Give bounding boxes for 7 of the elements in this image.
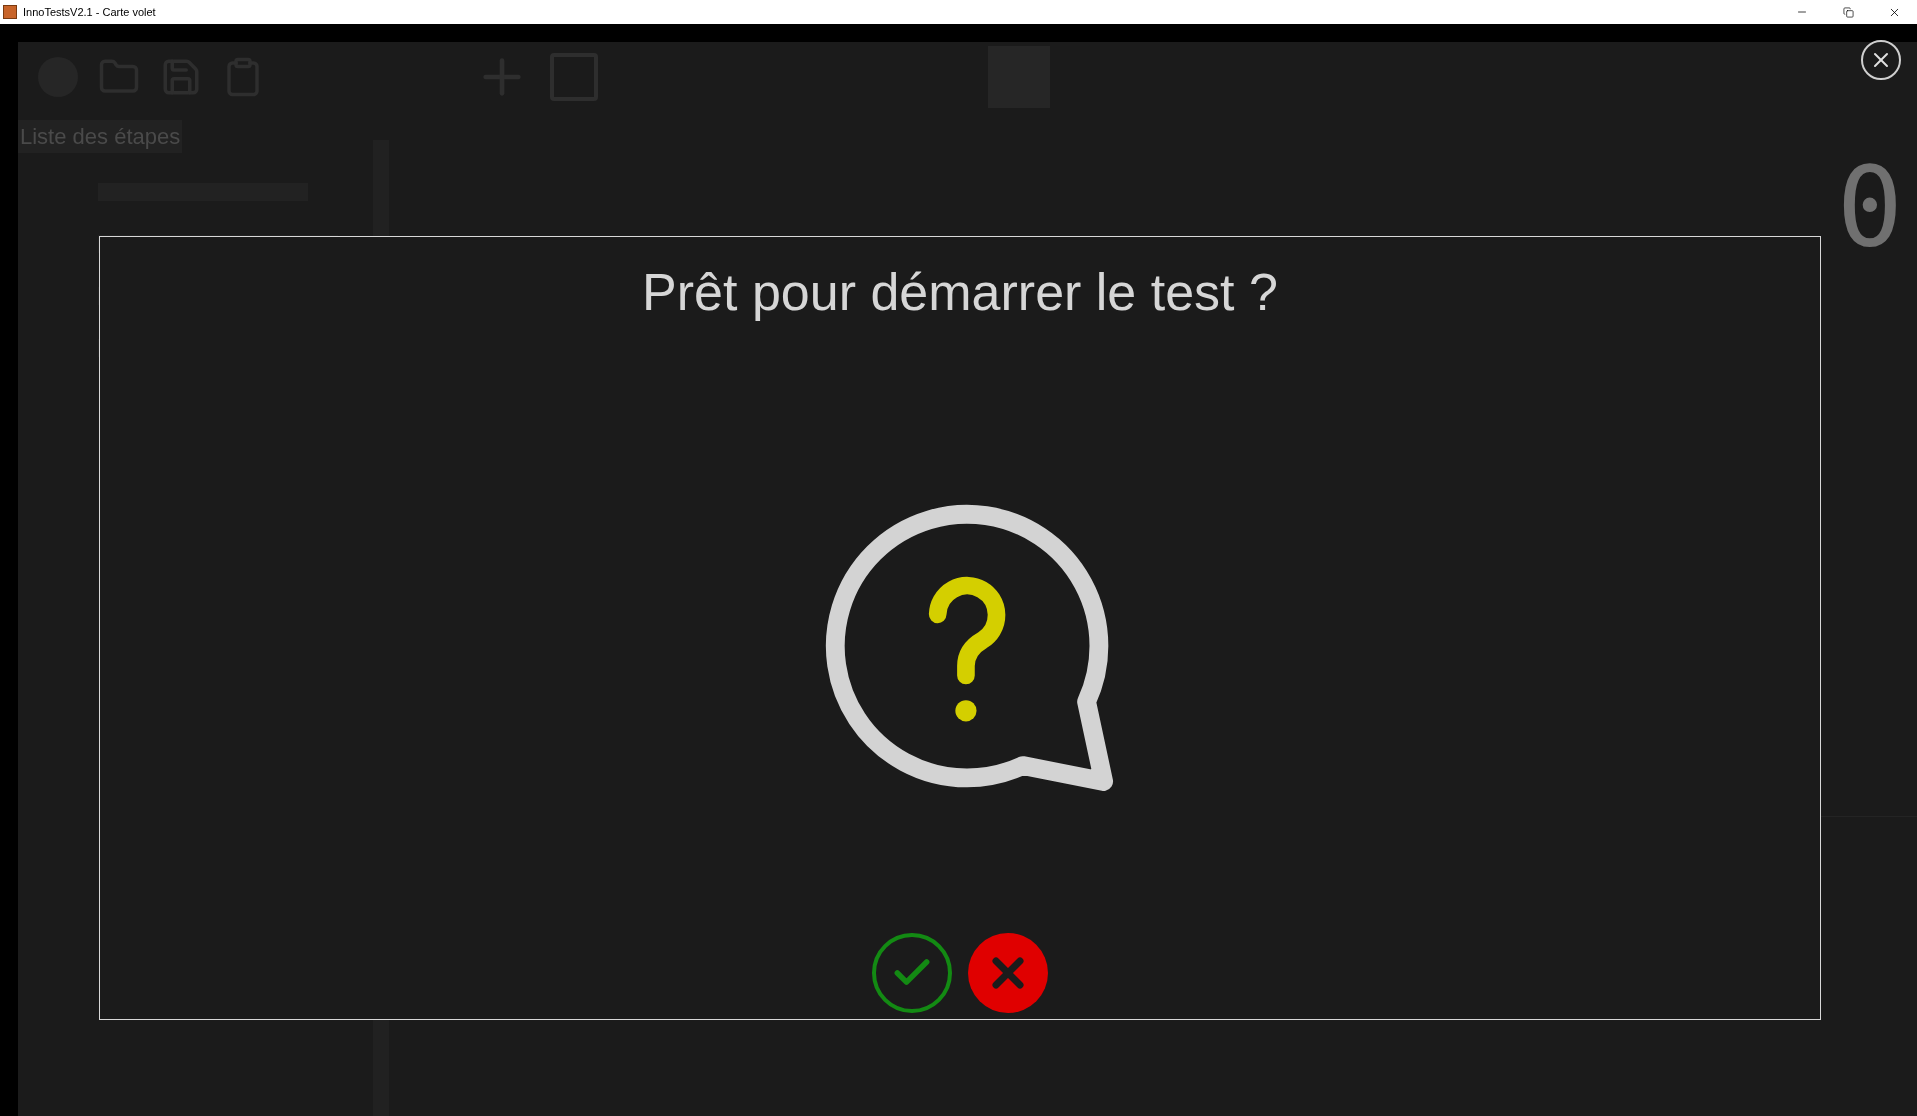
- confirm-button[interactable]: [872, 933, 952, 1013]
- app-icon: [3, 5, 17, 19]
- restore-icon: [1842, 6, 1854, 18]
- window-title: InnoTestsV2.1 - Carte volet: [23, 4, 156, 20]
- counter-digit: 0: [1836, 152, 1903, 273]
- close-button[interactable]: [1861, 40, 1901, 80]
- dialog-title: Prêt pour démarrer le test ?: [642, 262, 1278, 323]
